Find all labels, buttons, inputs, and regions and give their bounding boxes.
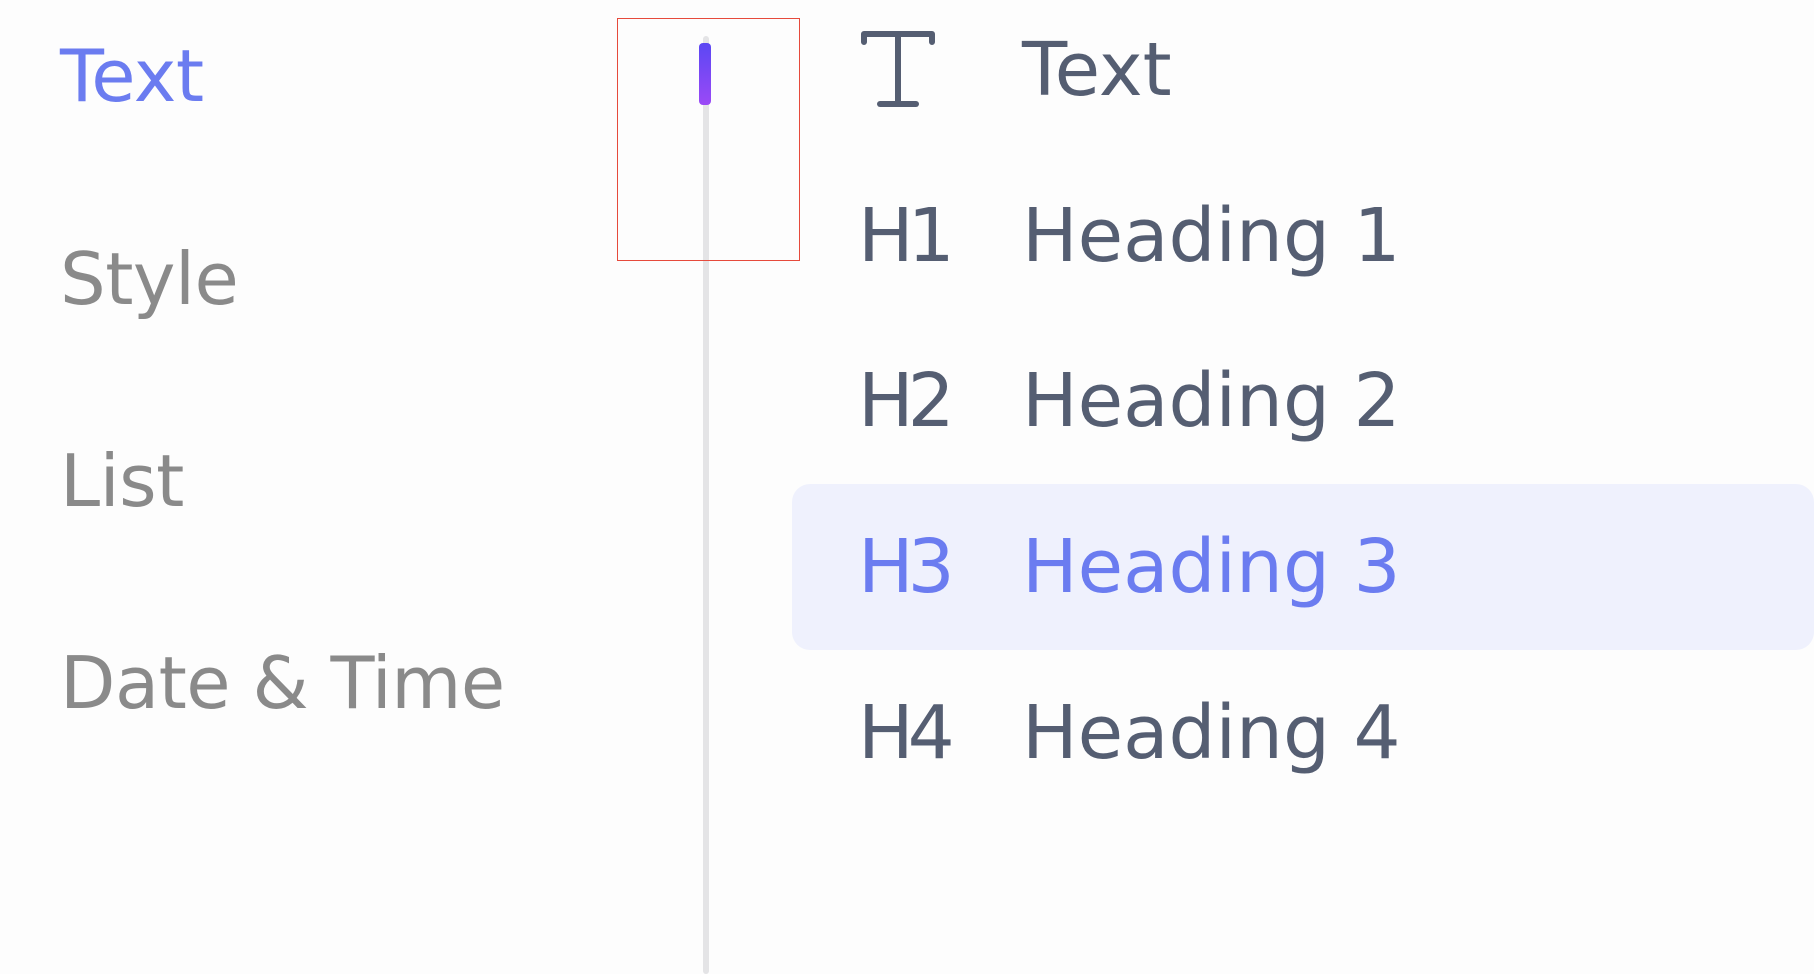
h3-icon: H3 [858,524,955,610]
focus-outline [617,18,800,261]
h1-icon: H1 [858,193,955,279]
category-list: Text Style List Date & Time [0,0,720,974]
option-heading-4[interactable]: H4 Heading 4 [792,650,1814,816]
option-label: Heading 2 [1022,358,1401,444]
category-list-item[interactable]: List [60,445,184,517]
option-label: Heading 4 [1022,690,1401,776]
h4-icon: H4 [858,690,955,776]
option-heading-1[interactable]: H1 Heading 1 [792,153,1814,319]
option-heading-3[interactable]: H3 Heading 3 [792,484,1814,650]
h2-icon: H2 [858,358,955,444]
option-label: Text [1022,27,1172,113]
option-label: Heading 1 [1022,193,1401,279]
option-text[interactable]: Text [792,0,1814,153]
option-heading-2[interactable]: H2 Heading 2 [792,318,1814,484]
category-style[interactable]: Style [60,243,239,315]
category-text[interactable]: Text [60,40,204,112]
text-icon [858,30,938,110]
category-date-time[interactable]: Date & Time [60,647,505,719]
option-label: Heading 3 [1022,524,1401,610]
